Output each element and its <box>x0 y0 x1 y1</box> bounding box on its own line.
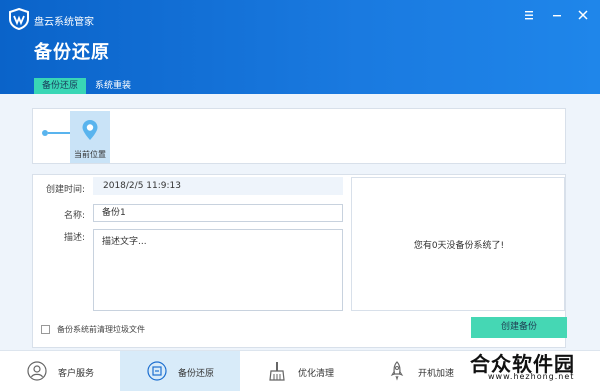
nav-boot-acceleration[interactable]: 开机加速 <box>360 351 480 391</box>
customer-service-icon <box>27 361 47 381</box>
create-backup-button[interactable]: 创建备份 <box>471 317 567 338</box>
created-time-label: 创建时间: <box>45 185 85 195</box>
page-title: 备份还原 <box>34 42 110 63</box>
minimize-icon[interactable] <box>550 8 564 22</box>
backup-restore-icon <box>147 361 167 381</box>
current-position-label: 当前位置 <box>74 150 106 159</box>
timeline-current-position[interactable]: 当前位置 <box>70 111 110 163</box>
nav-backup-restore-label: 备份还原 <box>178 369 215 379</box>
cleanup-brush-icon <box>269 362 285 381</box>
shield-logo-icon <box>9 8 29 30</box>
timeline-line <box>48 132 70 134</box>
backup-notice-panel: 您有0天没备份系统了! <box>351 177 565 311</box>
nav-boot-acceleration-label: 开机加速 <box>418 369 455 379</box>
description-placeholder: 描述文字... <box>102 237 147 247</box>
header: 盘云系统管家 备份还原 备份还原 系统重装 <box>0 0 600 94</box>
backup-timeline: 当前位置 <box>32 108 566 164</box>
name-label: 名称: <box>63 211 85 221</box>
tab-backup-restore[interactable]: 备份还原 <box>34 78 86 94</box>
close-icon[interactable] <box>576 8 590 22</box>
nav-backup-restore[interactable]: 备份还原 <box>120 351 240 391</box>
cleanup-checkbox[interactable] <box>41 325 50 334</box>
description-label: 描述: <box>63 233 85 243</box>
nav-customer-service[interactable]: 客户服务 <box>0 351 120 391</box>
app-title: 盘云系统管家 <box>34 17 94 28</box>
nav-customer-service-label: 客户服务 <box>58 369 95 379</box>
backup-notice-text: 您有0天没备份系统了! <box>413 241 505 251</box>
backup-form: 创建时间: 2018/2/5 11:9:13 名称: 备份1 描述: 描述文字.… <box>32 174 567 348</box>
rocket-icon <box>390 361 404 381</box>
cleanup-checkbox-label: 备份系统前清理垃圾文件 <box>57 325 145 334</box>
menu-icon[interactable] <box>522 8 536 22</box>
created-time-value: 2018/2/5 11:9:13 <box>93 177 343 195</box>
main-content: 当前位置 创建时间: 2018/2/5 11:9:13 名称: 备份1 描述: … <box>0 94 600 350</box>
nav-optimize-cleanup-label: 优化清理 <box>298 369 335 379</box>
nav-optimize-cleanup[interactable]: 优化清理 <box>240 351 360 391</box>
watermark-url: www.hezhong.net <box>488 372 575 381</box>
location-pin-icon <box>82 120 98 140</box>
name-input[interactable]: 备份1 <box>93 204 343 222</box>
description-textarea[interactable]: 描述文字... <box>93 229 343 311</box>
tab-system-reinstall[interactable]: 系统重装 <box>90 78 136 94</box>
